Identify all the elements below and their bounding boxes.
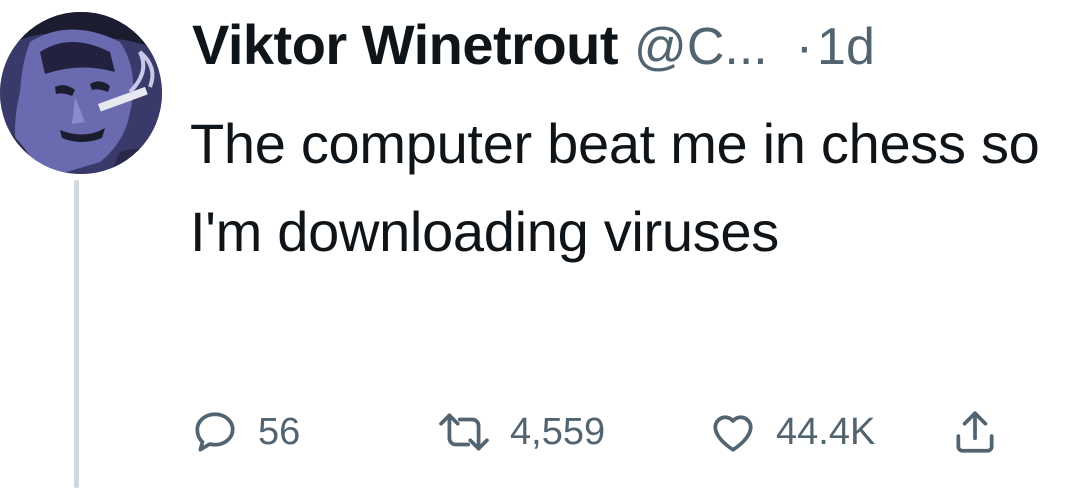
like-button[interactable]: 44.4K	[708, 400, 875, 464]
retweet-count: 4,559	[510, 410, 606, 453]
author-display-name[interactable]: Viktor Winetrout	[192, 12, 619, 77]
retweet-button[interactable]: 4,559	[436, 400, 605, 464]
tweet-text: The computer beat me in chess so I'm dow…	[190, 112, 1040, 263]
like-count: 44.4K	[776, 410, 876, 453]
tweet-header: Viktor Winetrout @C... · 1d	[192, 12, 875, 82]
share-icon	[950, 407, 1000, 457]
tweet: Viktor Winetrout @C... · 1d The computer…	[0, 0, 1080, 488]
reply-icon	[190, 407, 240, 457]
separator-dot: ·	[795, 18, 814, 76]
action-bar: 56 4,559 44.4K	[190, 400, 1050, 464]
author-handle[interactable]: @C...	[634, 17, 768, 77]
avatar-illustration	[0, 12, 162, 174]
thread-connector-line	[74, 180, 79, 488]
share-button[interactable]	[950, 400, 1000, 464]
retweet-icon	[436, 407, 492, 457]
reply-button[interactable]: 56	[190, 400, 300, 464]
avatar[interactable]	[0, 12, 162, 174]
timestamp[interactable]: 1d	[817, 17, 875, 77]
reply-count: 56	[258, 410, 301, 453]
heart-icon	[708, 407, 758, 457]
